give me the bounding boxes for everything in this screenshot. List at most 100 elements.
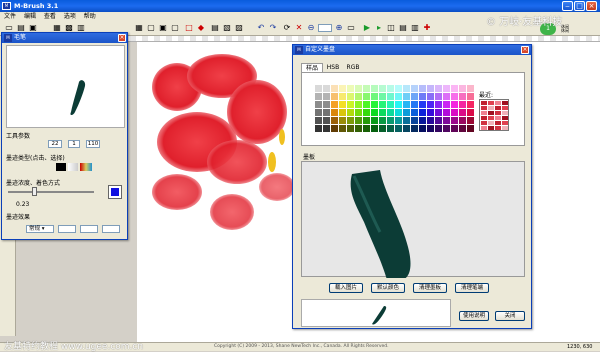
resize-icon[interactable]: ▨ <box>234 23 244 33</box>
swatch-cell <box>371 85 378 92</box>
recent-swatch <box>502 126 508 130</box>
swatch-cell <box>435 101 442 108</box>
swatch-cell <box>403 117 410 124</box>
ink-swatch-black[interactable] <box>56 163 66 171</box>
watermark-right: © 万岐·友基科技 <box>486 17 563 28</box>
select-icon[interactable]: ▤ <box>210 23 220 33</box>
zoom-field[interactable] <box>318 24 332 32</box>
brush-panel: 毛笔 M × 工具参数 22 1 110 墨迹类型(点击、选择) 墨迹浓度、着色… <box>1 32 128 240</box>
load-image-button[interactable]: 载入图片 <box>329 283 363 293</box>
depth-slider-track[interactable] <box>8 191 94 193</box>
recent-colors[interactable] <box>479 99 509 131</box>
maximize-button[interactable]: □ <box>574 1 585 11</box>
color-preview[interactable] <box>108 185 122 199</box>
menu-file[interactable]: 文件 <box>4 13 16 20</box>
param-pressure-field[interactable]: 110 <box>86 140 100 148</box>
recent-swatch <box>481 121 487 125</box>
app-title: M-Brush 3.1 <box>14 2 59 10</box>
undo-icon[interactable]: ↶ <box>256 23 266 33</box>
swatch-cell <box>387 125 394 132</box>
image-icon[interactable]: ▣ <box>158 23 168 33</box>
swatch-cell <box>387 93 394 100</box>
effect-param-3[interactable] <box>102 225 120 233</box>
effect-label: 墨迹效果 <box>6 214 31 221</box>
swatch-cell <box>451 117 458 124</box>
effect-select[interactable]: 常规 ▾ <box>26 225 54 233</box>
tab-hsb[interactable]: HSB <box>325 64 341 72</box>
color-panel-title: 自定义墨盘 <box>293 45 531 55</box>
delete-icon[interactable]: ✕ <box>294 23 304 33</box>
menu-help[interactable]: 帮助 <box>84 13 96 20</box>
clear-tip-button[interactable]: 清理笔端 <box>455 283 489 293</box>
rotate-icon[interactable]: ⟳ <box>282 23 292 33</box>
ink-swatch-white[interactable] <box>68 163 78 171</box>
coordinates: 1230, 630 <box>567 344 593 350</box>
mixing-board[interactable] <box>301 161 525 280</box>
usage-button[interactable]: 使用说明 <box>459 311 489 321</box>
redo-icon[interactable]: ↷ <box>268 23 278 33</box>
recent-swatch <box>495 101 501 105</box>
play-icon[interactable]: ▶ <box>362 23 372 33</box>
settings-icon[interactable]: ▥ <box>410 23 420 33</box>
stamp-icon[interactable]: ◆ <box>196 23 206 33</box>
close-button[interactable]: × <box>586 1 597 11</box>
swatch-cell <box>427 93 434 100</box>
help-icon[interactable]: ✚ <box>422 23 432 33</box>
recent-swatch <box>495 116 501 120</box>
tab-rgb[interactable]: RGB <box>345 64 361 72</box>
effect-param-1[interactable] <box>58 225 76 233</box>
fit-icon[interactable]: ▭ <box>346 23 356 33</box>
menu-options[interactable]: 选项 <box>64 13 76 20</box>
canvas-icon[interactable]: ▢ <box>146 23 156 33</box>
recent-swatch <box>495 106 501 110</box>
frame-icon[interactable]: ▢ <box>170 23 180 33</box>
swatch-cell <box>315 85 322 92</box>
swatch-cell <box>363 101 370 108</box>
board-label: 墨板 <box>303 154 316 161</box>
swatch-cell <box>403 85 410 92</box>
zoom-out-icon[interactable]: ⊖ <box>306 23 316 33</box>
swatch-cell <box>451 125 458 132</box>
recent-swatch <box>488 121 494 125</box>
color-panel-close-button[interactable]: × <box>521 46 529 54</box>
swatch-cell <box>467 93 474 100</box>
panel-icon[interactable]: ▤ <box>398 23 408 33</box>
swatch-cell <box>403 101 410 108</box>
minimize-button[interactable]: ‒ <box>562 1 573 11</box>
crop-icon[interactable]: ▧ <box>222 23 232 33</box>
params-label: 工具参数 <box>6 133 31 140</box>
brush-panel-close-button[interactable]: × <box>118 34 126 42</box>
swatch-cell <box>355 101 362 108</box>
swatch-cell <box>443 85 450 92</box>
swatch-cell <box>411 85 418 92</box>
swatch-cell <box>459 125 466 132</box>
close-panel-button[interactable]: 关闭 <box>495 311 525 321</box>
swatch-grid[interactable] <box>315 85 475 133</box>
watermark-left: 友基特约教程 www.ugee.com.cn <box>4 342 144 352</box>
swatch-cell <box>347 125 354 132</box>
swatch-cell <box>363 85 370 92</box>
menu-view[interactable]: 查看 <box>44 13 56 20</box>
tab-swatches[interactable]: 样品(D) <box>301 63 323 81</box>
ink-swatch-gradient[interactable] <box>80 163 92 171</box>
depth-slider-thumb[interactable] <box>32 187 37 196</box>
menu-edit[interactable]: 编辑 <box>24 13 36 20</box>
swatch-cell <box>427 117 434 124</box>
swatch-cell <box>427 101 434 108</box>
split-icon[interactable]: ◫ <box>386 23 396 33</box>
step-icon[interactable]: ▸ <box>374 23 384 33</box>
swatch-cell <box>347 109 354 116</box>
effect-param-2[interactable] <box>80 225 98 233</box>
red-square-icon[interactable]: □ <box>184 23 194 33</box>
clear-board-button[interactable]: 清理墨板 <box>413 283 447 293</box>
param-size-field[interactable]: 22 <box>48 140 62 148</box>
swatch-cell <box>387 109 394 116</box>
param-opacity-field[interactable]: 1 <box>68 140 80 148</box>
zoom-in-icon[interactable]: ⊕ <box>334 23 344 33</box>
swatch-cell <box>459 93 466 100</box>
recent-swatch <box>502 101 508 105</box>
swatch-cell <box>331 101 338 108</box>
swatch-cell <box>467 125 474 132</box>
default-colors-button[interactable]: 默认颜色 <box>371 283 405 293</box>
grid-toggle-icon[interactable]: ▦ <box>134 23 144 33</box>
